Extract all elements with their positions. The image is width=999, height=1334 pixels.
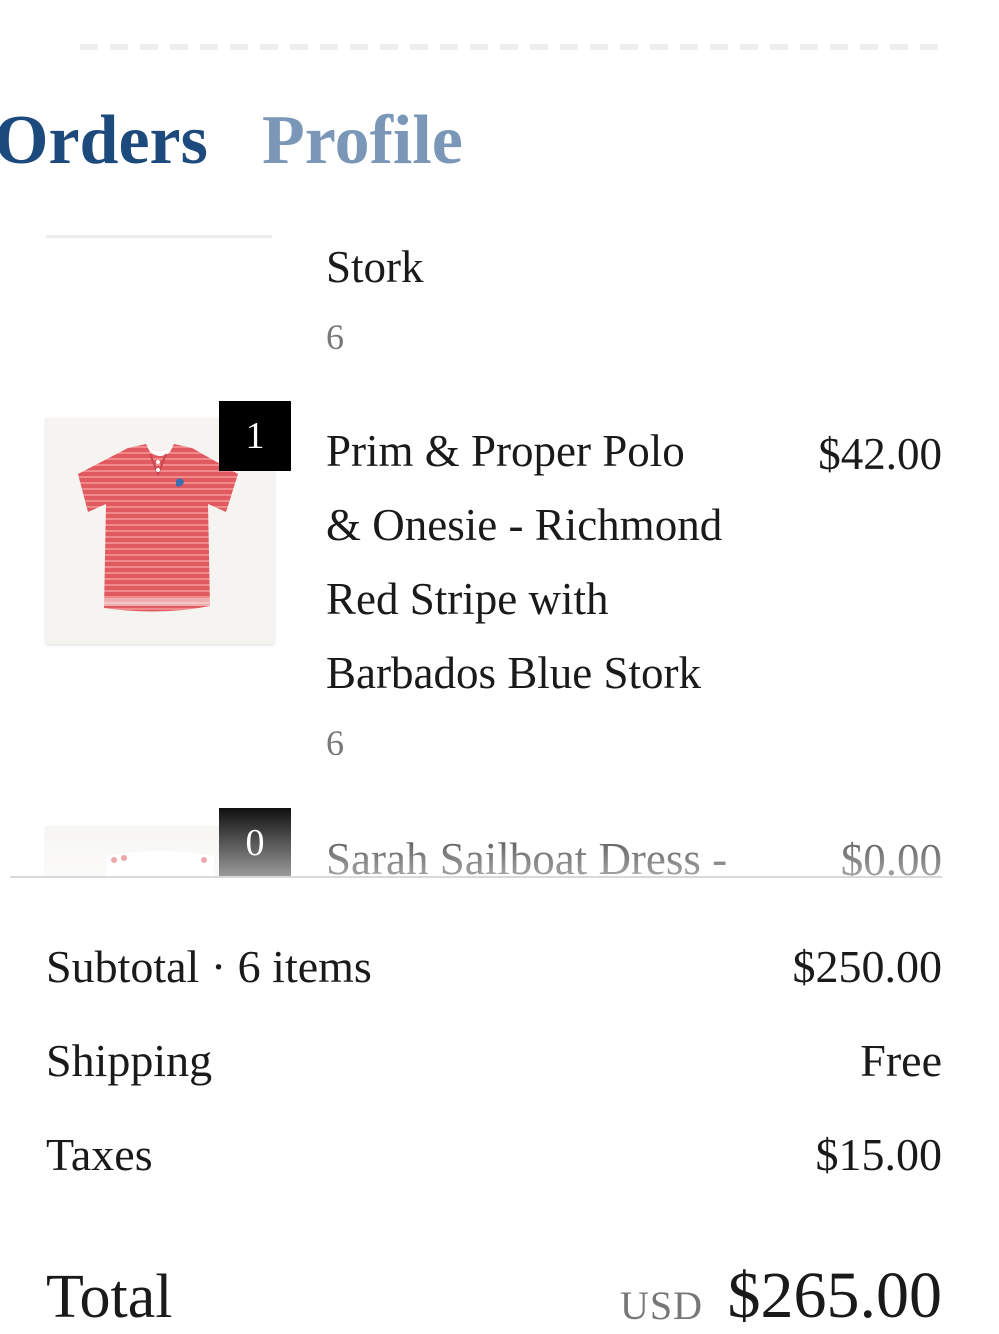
subtotal-value: $250.00 xyxy=(792,941,943,992)
shipping-row: Shipping Free xyxy=(46,1034,942,1094)
shipping-label: Shipping xyxy=(46,1035,213,1086)
tab-orders[interactable]: Orders xyxy=(0,96,208,186)
item-variant: 6 xyxy=(326,723,344,763)
item-variant: 6 xyxy=(326,317,344,357)
divider xyxy=(10,876,942,878)
item-title: Stork xyxy=(326,242,424,292)
order-item-list[interactable]: Stork 6 1 Prim & Proper Polo & Onesie - … xyxy=(0,220,999,876)
taxes-value: $15.00 xyxy=(815,1129,943,1180)
quantity-badge: 0 xyxy=(219,808,291,876)
total-currency: USD xyxy=(619,1283,703,1328)
product-image-edge xyxy=(46,235,272,238)
tab-profile[interactable]: Profile xyxy=(262,96,463,186)
item-price: $0.00 xyxy=(840,835,942,876)
subtotal-label: Subtotal · 6 items xyxy=(46,941,372,992)
shipping-value: Free xyxy=(860,1035,942,1086)
taxes-label: Taxes xyxy=(46,1129,153,1180)
total-label: Total xyxy=(46,1263,173,1331)
item-title-line: Barbados Blue Stork xyxy=(326,648,701,698)
item-title-line: Prim & Proper Polo xyxy=(326,426,685,476)
item-title-line: Red Stripe with xyxy=(326,574,609,624)
total-value: $265.00 xyxy=(727,1259,943,1332)
item-price: $42.00 xyxy=(818,429,942,479)
quantity-badge: 1 xyxy=(219,401,291,471)
taxes-row: Taxes $15.00 xyxy=(46,1128,942,1188)
top-faded-bar xyxy=(80,44,950,50)
subtotal-row: Subtotal · 6 items $250.00 xyxy=(46,940,942,1000)
item-title-line: Sarah Sailboat Dress - xyxy=(326,834,728,876)
item-title-line: & Onesie - Richmond xyxy=(326,500,723,550)
